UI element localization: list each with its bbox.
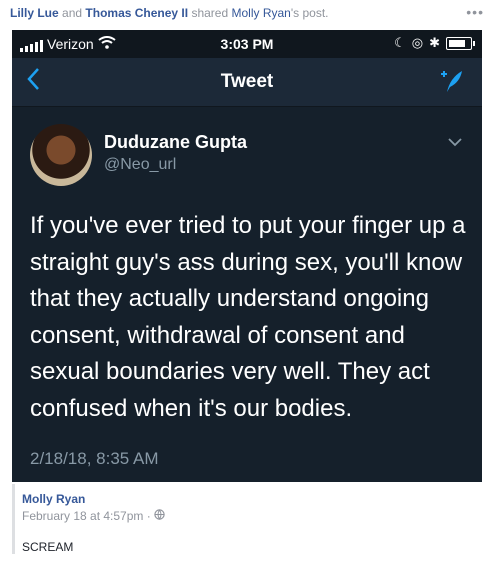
tweet-date: 2/18/18, 8:35 AM xyxy=(30,449,159,468)
tweet-navbar: Tweet xyxy=(12,58,482,107)
tweet-author-name[interactable]: Duduzane Gupta xyxy=(104,132,247,153)
page-title: Tweet xyxy=(220,71,274,92)
and-text: and xyxy=(62,6,83,20)
shared-text: shared xyxy=(191,6,229,20)
post-text: SCREAM xyxy=(22,540,74,554)
post-timestamp[interactable]: February 18 at 4:57pm xyxy=(22,509,143,523)
user-link-lilly[interactable]: Lilly Lue xyxy=(10,6,59,20)
post-meta: February 18 at 4:57pm · xyxy=(22,509,165,523)
post-owner-link[interactable]: Molly Ryan xyxy=(232,6,291,20)
globe-icon xyxy=(154,509,165,523)
more-options-icon[interactable]: ••• xyxy=(466,4,484,20)
share-header: Lilly Lue and Thomas Cheney II shared Mo… xyxy=(10,4,488,26)
battery-icon xyxy=(446,36,475,50)
meta-separator: · xyxy=(146,509,151,523)
avatar[interactable] xyxy=(30,124,92,186)
post-suffix: 's post. xyxy=(290,6,329,20)
tweet-screenshot: Verizon 3:03 PM ☾ ◎ ✱ Tweet Duduzane Gup… xyxy=(12,30,482,482)
user-link-thomas[interactable]: Thomas Cheney II xyxy=(85,6,188,20)
status-bar: Verizon 3:03 PM ☾ ◎ ✱ xyxy=(12,30,482,58)
lock-rotation-icon: ◎ xyxy=(411,35,424,50)
moon-icon: ☾ xyxy=(394,35,406,50)
bluetooth-icon: ✱ xyxy=(429,35,440,50)
post-divider xyxy=(12,484,15,554)
tweet-text: If you've ever tried to put your finger … xyxy=(30,212,466,422)
chevron-down-icon[interactable] xyxy=(448,134,462,150)
compose-tweet-icon[interactable] xyxy=(438,68,464,100)
tweet-author-handle[interactable]: @Neo_url xyxy=(104,156,176,174)
post-author-link[interactable]: Molly Ryan xyxy=(22,492,85,506)
